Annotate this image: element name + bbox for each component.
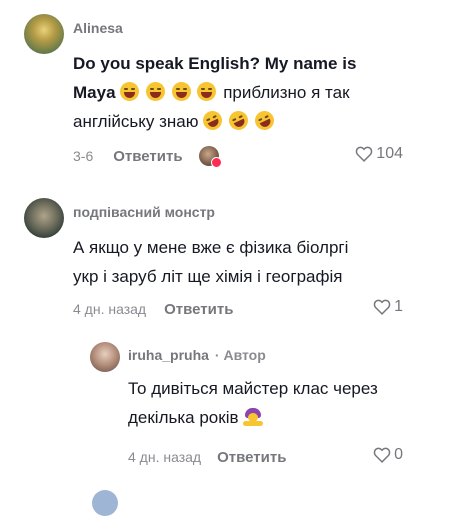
comment-meta: 4 дн. назад Ответить 1 [73,298,443,320]
reply-username[interactable]: iruha_pruha [128,347,209,363]
like-count: 1 [394,298,403,315]
comment-meta: 3-6 Ответить 104 [73,145,443,168]
reply-meta: 4 дн. назад Ответить 0 [128,446,428,468]
comment-text-line: Maya приблизно я так [73,78,443,107]
heart-outline-icon [373,299,391,315]
avatar-alinesa[interactable] [24,14,64,54]
face-with-tears-of-joy-icon [171,82,191,101]
comment-text: А якщо у мене вже є фізика біолргі укр і… [73,233,443,291]
rolling-on-floor-laughing-icon [251,107,277,134]
face-with-tears-of-joy-icon [120,82,140,101]
comment-date: 4 дн. назад [73,301,147,317]
face-with-tears-of-joy-icon [146,82,165,101]
like-count: 0 [394,446,403,463]
avatar-pidpivasnyi[interactable] [24,198,64,238]
reply-date: 4 дн. назад [128,449,202,465]
reply-button[interactable]: Ответить [217,449,286,466]
reply-button[interactable]: Ответить [113,148,182,165]
comment-text-bold: Maya [73,83,116,102]
heart-badge-icon [210,157,222,168]
heart-outline-icon [373,447,391,463]
reply-text: То дивіться майстер клас через декілька … [128,374,438,432]
comment-text-rest: англійську знаю [73,112,199,131]
like-button[interactable]: 104 [355,145,403,163]
comment-text: Do you speak English? My name is Maya пр… [73,49,443,136]
comment-username[interactable]: Alinesa [73,20,123,36]
comment-text-line: укр і заруб літ ще хімія і географія [73,267,343,286]
avatar-iruha-pruha[interactable] [90,342,120,372]
comment-text-rest: приблизно я так [223,83,350,102]
person-with-raised-hands-icon [243,408,264,426]
like-count: 104 [376,145,403,162]
creator-liked-avatar [198,146,222,168]
face-with-tears-of-joy-icon [197,82,217,101]
comment-text-line: англійську знаю [73,107,443,136]
rolling-on-floor-laughing-icon [200,107,226,134]
reply-text-line: То дивіться майстер клас через [128,379,378,398]
avatar-next-comment[interactable] [92,490,118,516]
like-button[interactable]: 1 [373,298,403,316]
reply-button[interactable]: Ответить [164,301,233,318]
heart-outline-icon [356,146,373,162]
rolling-on-floor-laughing-icon [225,107,252,134]
comment-text-line: Do you speak English? My name is [73,54,357,73]
reply-text-rest: декілька років [128,408,239,427]
comment-text-line: А якщо у мене вже є фізика біолргі [73,238,349,257]
reply-header: iruha_pruha · Автор [128,347,266,363]
comment-date: 3-6 [73,148,94,164]
author-badge: · Автор [214,347,266,363]
like-button[interactable]: 0 [373,446,403,464]
reply-text-line: декілька років [128,403,438,432]
comment-username[interactable]: подпівасний монстр [73,204,215,220]
